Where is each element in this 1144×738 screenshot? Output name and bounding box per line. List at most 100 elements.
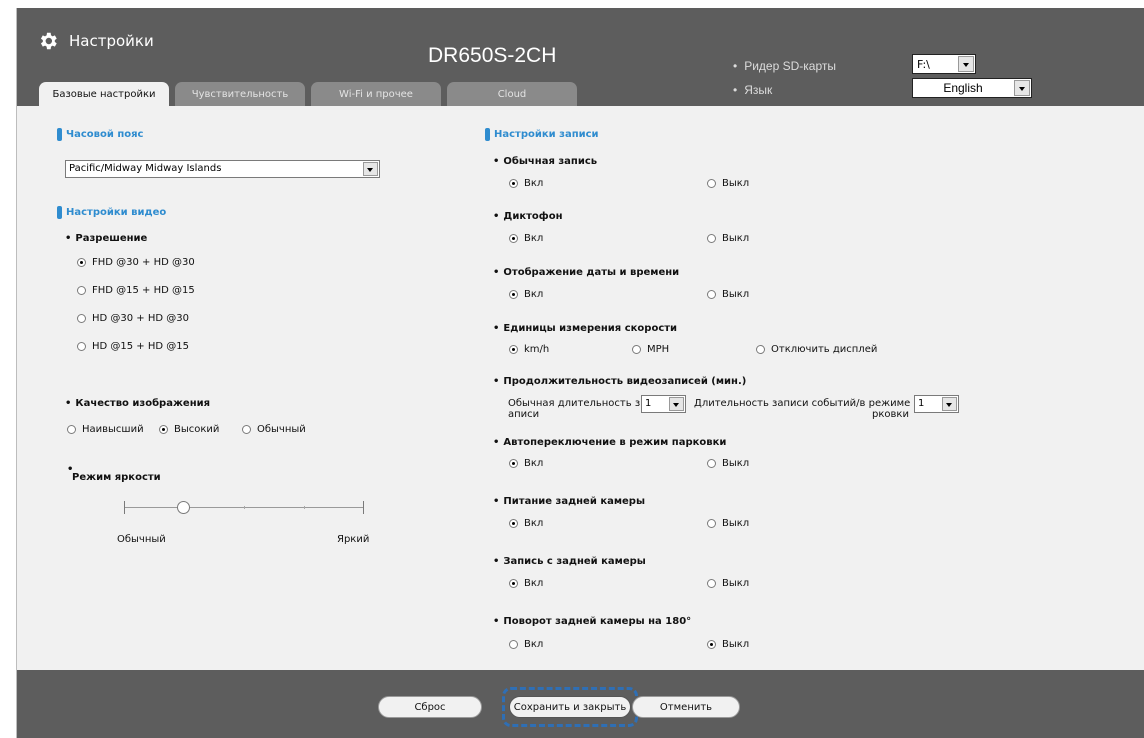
speed-option-off[interactable]: Отключить дисплей [756,344,877,355]
reset-button[interactable]: Сброс [378,696,482,718]
gear-icon [40,32,57,50]
radio-label: Наивысший [82,424,144,435]
radio-icon [707,519,716,528]
resolution-label: Разрешение [65,233,147,244]
resolution-option-hd15[interactable]: HD @15 + HD @15 [77,341,189,352]
normal-duration-value: 1 [645,398,652,409]
chevron-down-icon[interactable] [942,397,957,411]
radio-label: Выкл [722,518,750,529]
slider-handle[interactable] [177,501,190,514]
save-and-close-button[interactable]: Сохранить и закрыть [509,696,631,718]
chevron-down-icon[interactable] [1014,80,1030,96]
radio-icon [242,425,251,434]
resolution-option-hd30[interactable]: HD @30 + HD @30 [77,313,189,324]
timezone-select[interactable]: Pacific/Midway Midway Islands [65,160,380,178]
parking-mode-on[interactable]: Вкл [509,458,543,469]
radio-label: Выкл [722,639,750,650]
quality-label: Качество изображения [65,398,210,409]
voice-recorder-on[interactable]: Вкл [509,233,543,244]
timezone-value: Pacific/Midway Midway Islands [69,163,222,174]
tab-wifi[interactable]: Wi-Fi и прочее [311,82,441,106]
language-value: English [943,81,983,95]
radio-icon [707,459,716,468]
parking-mode-off[interactable]: Выкл [707,458,749,469]
brightness-label: Режим яркости [72,472,161,483]
rear-camera-power-label: Питание задней камеры [493,496,645,507]
language-label: Язык [733,83,772,97]
header-bar: Настройки DR650S-2CH Ридер SD-карты F:\ … [17,8,1144,106]
chevron-down-icon[interactable] [958,56,974,72]
radio-icon [67,425,76,434]
quality-option-highest[interactable]: Наивысший [67,424,144,435]
rear-camera-power-on[interactable]: Вкл [509,518,543,529]
sd-reader-select[interactable]: F:\ [912,54,976,74]
radio-icon [509,640,518,649]
radio-label: Выкл [722,578,750,589]
chevron-down-icon[interactable] [669,397,684,411]
rear-camera-rotate-off[interactable]: Выкл [707,639,749,650]
sd-reader-value: F:\ [917,58,930,71]
speed-units-label: Единицы измерения скорости [493,323,677,334]
radio-icon [509,459,518,468]
radio-icon [509,345,518,354]
quality-option-high[interactable]: Высокий [159,424,219,435]
model-name: DR650S-2CH [428,44,557,67]
radio-label: Выкл [722,289,750,300]
radio-label: Выкл [722,458,750,469]
video-duration-label: Продолжительность видеозаписей (мин.) [493,376,746,387]
normal-record-off[interactable]: Выкл [707,178,749,189]
tab-sensitivity[interactable]: Чувствительность [175,82,305,106]
rear-camera-rotate-on[interactable]: Вкл [509,639,543,650]
speed-option-kmh[interactable]: km/h [509,344,549,355]
radio-icon [707,290,716,299]
quality-option-normal[interactable]: Обычный [242,424,306,435]
rear-camera-record-on[interactable]: Вкл [509,578,543,589]
video-section-title: Настройки видео [57,206,166,219]
radio-icon [509,179,518,188]
rear-camera-record-label: Запись с задней камеры [493,556,645,567]
record-section-title: Настройки записи [485,128,599,141]
tab-cloud[interactable]: Cloud [447,82,577,106]
resolution-option-fhd30[interactable]: FHD @30 + HD @30 [77,257,195,268]
brightness-slider[interactable] [124,499,364,519]
radio-label: Вкл [524,578,544,589]
event-duration-label-wrap: рковки [872,409,909,420]
cancel-button[interactable]: Отменить [632,696,740,718]
radio-label: Выкл [722,233,750,244]
page-title: Настройки [69,32,154,50]
radio-icon [77,342,86,351]
normal-duration-label: Обычная длительность з [508,398,641,409]
radio-label: Вкл [524,233,544,244]
radio-icon [632,345,641,354]
radio-label: HD @30 + HD @30 [92,313,189,324]
radio-label: FHD @15 + HD @15 [92,285,195,296]
radio-label: HD @15 + HD @15 [92,341,189,352]
radio-label: km/h [524,344,550,355]
radio-icon [707,640,716,649]
rear-camera-power-off[interactable]: Выкл [707,518,749,529]
radio-icon [707,234,716,243]
event-duration-select[interactable]: 1 [914,395,959,413]
radio-label: Обычный [257,424,306,435]
normal-duration-select[interactable]: 1 [641,395,686,413]
resolution-option-fhd15[interactable]: FHD @15 + HD @15 [77,285,195,296]
language-select[interactable]: English [912,78,1032,98]
tab-basic[interactable]: Базовые настройки [39,82,169,106]
radio-icon [509,579,518,588]
radio-label: Отключить дисплей [771,344,878,355]
rear-camera-record-off[interactable]: Выкл [707,578,749,589]
slider-end [363,501,364,514]
radio-icon [509,290,518,299]
slider-tick [304,506,305,509]
brightness-min-label: Обычный [117,534,166,545]
chevron-down-icon[interactable] [363,162,378,176]
datetime-display-off[interactable]: Выкл [707,289,749,300]
datetime-display-on[interactable]: Вкл [509,289,543,300]
normal-record-on[interactable]: Вкл [509,178,543,189]
speed-option-mph[interactable]: MPH [632,344,669,355]
datetime-display-label: Отображение даты и времени [493,267,679,278]
rear-camera-rotate-label: Поворот задней камеры на 180° [493,616,691,627]
radio-icon [159,425,168,434]
radio-label: Вкл [524,639,544,650]
voice-recorder-off[interactable]: Выкл [707,233,749,244]
